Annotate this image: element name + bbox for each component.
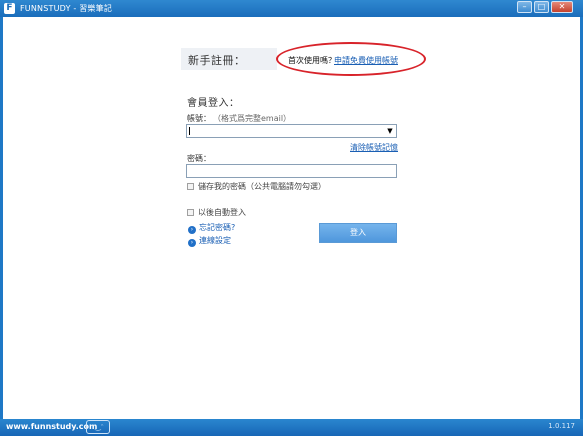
app-window: F FUNNSTUDY - 習樂筆記 – □ ✕ 新手註冊： 首次使用嗎？ 申請… <box>0 0 583 436</box>
register-label: 新手註冊： <box>188 54 246 67</box>
arrow-circle-icon: › <box>188 226 196 234</box>
connection-settings-link[interactable]: 連線設定 <box>199 236 231 245</box>
window-title: FUNNSTUDY - 習樂筆記 <box>20 4 113 13</box>
account-combobox[interactable]: ▼ <box>186 124 397 138</box>
login-heading: 會員登入： <box>187 98 240 109</box>
account-label-text: 帳號： <box>187 114 211 123</box>
app-logo-icon: F <box>4 3 15 14</box>
account-format-hint: （格式爲完整email） <box>217 114 292 123</box>
close-button[interactable]: ✕ <box>551 1 573 13</box>
minimize-button[interactable]: – <box>517 1 532 13</box>
auto-login-checkbox[interactable] <box>187 209 194 216</box>
chevron-down-icon[interactable]: ▼ <box>384 125 396 137</box>
maximize-button[interactable]: □ <box>534 1 549 13</box>
forgot-password-row[interactable]: › 忘記密碼? <box>188 222 235 234</box>
footer-bar: www.funnstudy.com ᵔ‿ᵔ 1.0.117 <box>0 419 583 436</box>
version-label: 1.0.117 <box>548 422 575 430</box>
auto-login-option[interactable]: 以後自動登入 <box>187 207 246 218</box>
forgot-password-link[interactable]: 忘記密碼? <box>199 223 235 232</box>
account-label: 帳號： （格式爲完整email） <box>187 113 291 124</box>
password-field[interactable] <box>186 164 397 178</box>
password-label: 密碼： <box>187 154 211 163</box>
connection-settings-row[interactable]: › 連線設定 <box>188 235 231 247</box>
remember-password-label: 儲存我的密碼（公共電腦請勿勾選） <box>198 182 326 191</box>
chat-icon[interactable]: ᵔ‿ᵔ <box>86 420 110 434</box>
remember-password-checkbox[interactable] <box>187 183 194 190</box>
window-border-left <box>0 17 3 419</box>
login-button[interactable]: 登入 <box>319 223 397 243</box>
remember-password-option[interactable]: 儲存我的密碼（公共電腦請勿勾選） <box>187 181 326 192</box>
clear-account-memory-link[interactable]: 清除帳號記憶 <box>350 142 398 153</box>
text-cursor <box>189 127 190 135</box>
arrow-circle-icon: › <box>188 239 196 247</box>
highlight-ellipse <box>276 42 426 76</box>
auto-login-label: 以後自動登入 <box>198 208 246 217</box>
title-bar[interactable]: F FUNNSTUDY - 習樂筆記 – □ ✕ <box>0 0 583 17</box>
register-section: 新手註冊： <box>181 48 277 70</box>
website-link[interactable]: www.funnstudy.com <box>6 421 97 433</box>
